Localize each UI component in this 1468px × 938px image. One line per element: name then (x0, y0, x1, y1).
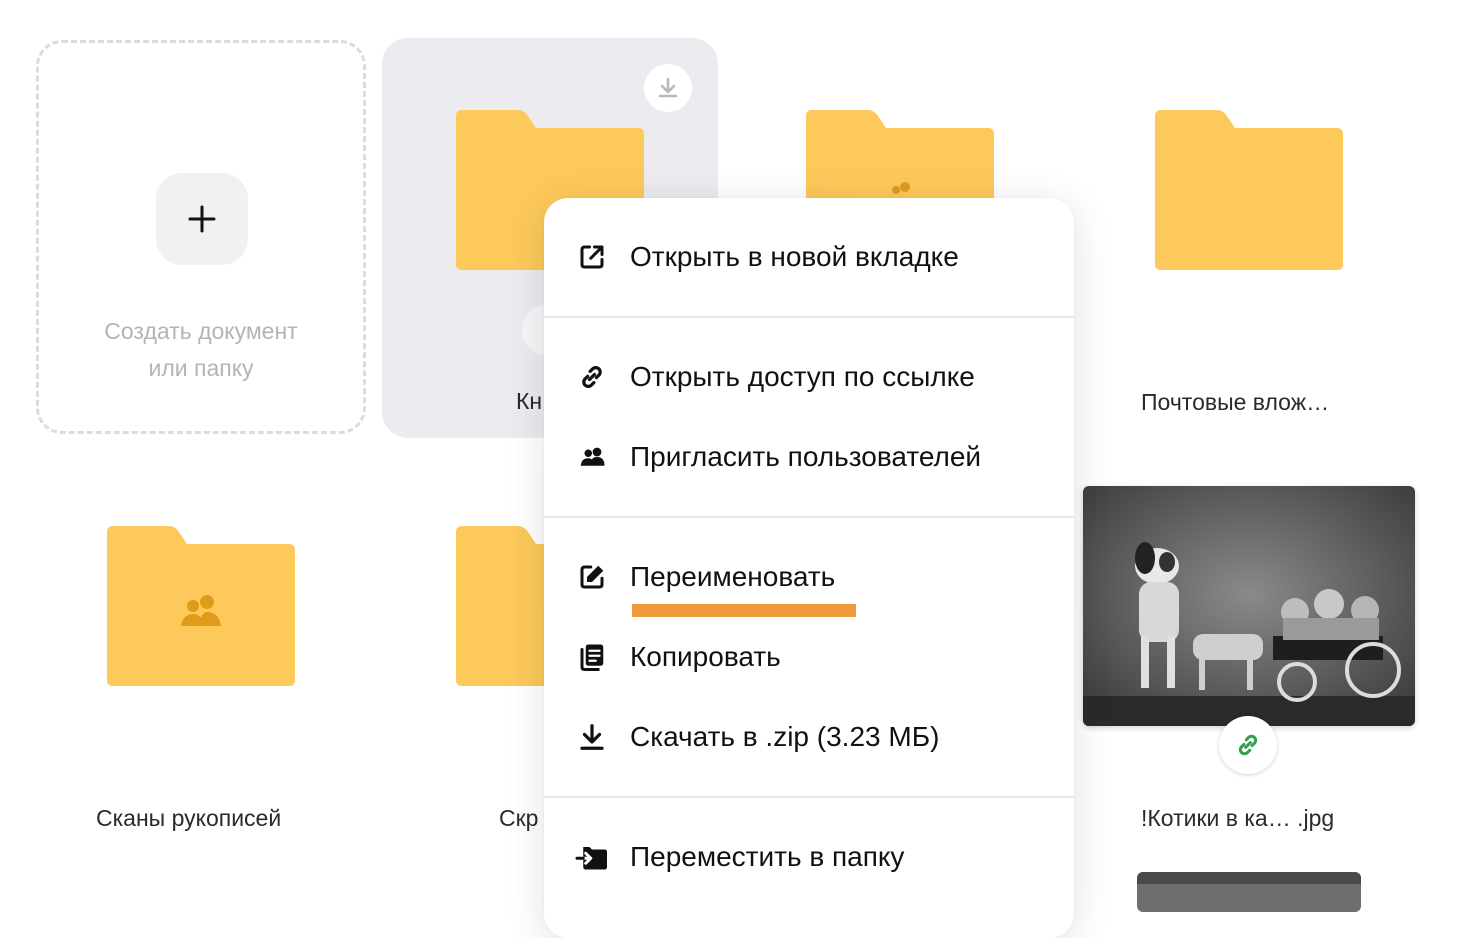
mail-attachments-folder[interactable] (1155, 110, 1345, 272)
copy-icon (574, 639, 610, 675)
plus-icon (188, 205, 216, 233)
rename-highlight-underline (632, 604, 856, 617)
menu-move-to-folder[interactable]: Переместить в папку (544, 822, 1074, 892)
menu-separator (544, 316, 1074, 318)
menu-separator (544, 796, 1074, 798)
mail-attachments-label: Почтовые влож… (1141, 389, 1330, 415)
menu-copy[interactable]: Копировать (544, 622, 1074, 692)
users-icon (574, 439, 610, 475)
menu-rename-label: Переименовать (630, 561, 836, 592)
menu-share-link-label: Открыть доступ по ссылке (630, 361, 975, 392)
create-plus-button[interactable] (156, 173, 248, 265)
link-icon (1238, 734, 1258, 756)
menu-share-link[interactable]: Открыть доступ по ссылке (544, 342, 1074, 412)
external-link-icon (574, 239, 610, 275)
cats-photo-label: !Котики в ка… .jpg (1141, 805, 1335, 831)
context-menu: Открыть в новой вкладке Открыть доступ п… (544, 198, 1074, 938)
create-document-or-folder-tile[interactable]: Создать документ или папку (36, 40, 366, 434)
menu-invite-users-label: Пригласить пользователей (630, 441, 982, 472)
create-label-line2: или папку (148, 355, 254, 381)
link-icon (574, 359, 610, 395)
create-label-line1: Создать документ (104, 318, 298, 344)
photo-thumbnail-2[interactable] (1137, 872, 1361, 912)
cats-photo-thumbnail[interactable] (1083, 486, 1415, 726)
download-icon (658, 77, 678, 98)
menu-open-new-tab-label: Открыть в новой вкладке (630, 241, 959, 272)
scans-folder[interactable] (107, 526, 297, 688)
menu-download-zip-label: Скачать в .zip (3.23 МБ) (630, 721, 940, 752)
photo-image-2 (1137, 872, 1361, 912)
move-to-folder-icon (574, 839, 610, 875)
cats-photo-image (1083, 486, 1415, 726)
menu-invite-users[interactable]: Пригласить пользователей (544, 422, 1074, 492)
scans-label: Сканы рукописей (96, 805, 282, 831)
menu-open-new-tab[interactable]: Открыть в новой вкладке (544, 222, 1074, 292)
edit-icon (574, 559, 610, 595)
menu-separator (544, 516, 1074, 518)
create-label: Создать документ или папку (39, 313, 363, 387)
shared-link-badge[interactable] (1219, 716, 1277, 774)
download-button[interactable] (644, 64, 692, 112)
menu-copy-label: Копировать (630, 641, 781, 672)
menu-move-to-folder-label: Переместить в папку (630, 841, 905, 872)
menu-rename[interactable]: Переименовать (544, 542, 1074, 612)
menu-download-zip[interactable]: Скачать в .zip (3.23 МБ) (544, 702, 1074, 772)
download-icon (574, 719, 610, 755)
